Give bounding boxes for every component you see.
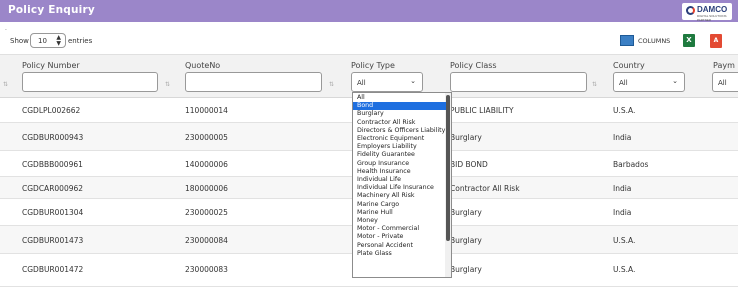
policy-type-dropdown-list[interactable]: All Bond Burglary Contractor All Risk Direct… [352,92,452,278]
column-header-policy-class[interactable]: Policy Class [450,61,497,70]
dropdown-scrollbar[interactable] [446,95,450,241]
excel-export-icon[interactable]: X [683,34,695,47]
up-down-arrows-icon: ▲ ▼ [56,34,61,47]
dropdown-option[interactable]: Fidelity Guarantee [353,151,446,159]
policy-class-cell: Burglary [450,208,482,217]
dropdown-option[interactable]: Money [353,217,446,225]
page-title: Policy Enquiry [8,4,95,16]
quote-no-cell: 180000006 [185,184,228,193]
quote-no-filter-input[interactable] [185,72,322,92]
country-cell: U.S.A. [613,265,636,274]
dropdown-option[interactable]: Marine Cargo [353,201,446,209]
policy-class-cell: PUBLIC LIABILITY [450,106,514,115]
policy-number-cell: CGDBUR001472 [22,265,84,274]
company-logo: DAMCO DIGITAL SOLUTIONS PARTNER [682,3,732,22]
entries-value: 10 [38,37,47,45]
country-cell: India [613,133,632,142]
country-filter-select[interactable]: All ⌄ [613,72,685,92]
dropdown-option[interactable]: Motor - Commercial [353,225,446,233]
dropdown-option[interactable]: Machinery All Risk [353,192,446,200]
dropdown-option[interactable]: Individual Life [353,176,446,184]
dropdown-option[interactable]: Contractor All Risk [353,119,446,127]
policy-number-cell: CGDCAR000962 [22,184,84,193]
sort-icon[interactable]: ⇅ [329,81,334,88]
dropdown-option[interactable]: Marine Hull [353,209,446,217]
dropdown-option[interactable]: Individual Life Insurance [353,184,446,192]
dropdown-option[interactable]: Personal Accident [353,242,446,250]
policy-class-cell: Burglary [450,133,482,142]
page-header: Policy Enquiry DAMCO DIGITAL SOLUTIONS P… [0,0,738,22]
logo-text: DAMCO [697,5,728,14]
show-label: Show [10,37,29,45]
dropdown-option[interactable]: Employers Liability [353,143,446,151]
sort-icon[interactable]: ⇅ [165,81,170,88]
country-filter-value: All [619,79,628,87]
dropdown-option[interactable]: Bond [353,102,446,111]
column-header-quote-no[interactable]: QuoteNo [185,61,220,70]
columns-label: COLUMNS [638,37,671,45]
quote-no-cell: 110000014 [185,106,228,115]
dropdown-option[interactable]: Health Insurance [353,168,446,176]
quote-no-cell: 230000005 [185,133,228,142]
dropdown-option[interactable]: Burglary [353,110,446,118]
column-header-policy-number[interactable]: Policy Number [22,61,80,70]
chevron-down-icon: ⌄ [672,77,678,85]
entries-label: entries [68,37,93,45]
policy-number-cell: CGDBUR000943 [22,133,84,142]
quote-no-cell: 230000084 [185,236,228,245]
policy-class-cell: Burglary [450,265,482,274]
policy-number-cell: CGDBUR001473 [22,236,84,245]
stray-dot: . [5,25,7,32]
columns-icon [620,35,634,46]
dropdown-option[interactable]: Directors & Officers Liability [353,127,446,135]
column-header-payment[interactable]: Paym [713,61,735,70]
country-cell: U.S.A. [613,106,636,115]
dropdown-option[interactable]: All [353,94,446,102]
policy-class-filter-input[interactable] [450,72,587,92]
dropdown-option[interactable]: Group Insurance [353,160,446,168]
pdf-export-icon[interactable]: A [710,34,722,48]
policy-number-cell: CGDBBB000961 [22,160,83,169]
entries-per-page-select[interactable]: 10 ▲ ▼ [30,33,66,48]
sort-icon[interactable]: ⇅ [592,81,597,88]
chevron-down-icon: ⌄ [410,77,416,85]
quote-no-cell: 230000083 [185,265,228,274]
dropdown-option[interactable]: Motor - Private [353,233,446,241]
country-cell: U.S.A. [613,236,636,245]
policy-number-cell: CGDLPL002662 [22,106,81,115]
column-header-country[interactable]: Country [613,61,645,70]
payment-filter-select[interactable]: All [712,72,738,92]
country-cell: Barbados [613,160,649,169]
column-header-policy-type[interactable]: Policy Type [351,61,395,70]
quote-no-cell: 140000006 [185,160,228,169]
policy-class-cell: Contractor All Risk [450,184,520,193]
dropdown-option[interactable]: Electronic Equipment [353,135,446,143]
quote-no-cell: 230000025 [185,208,228,217]
logo-mark-icon [686,6,695,15]
logo-subtext: DIGITAL SOLUTIONS PARTNER [697,14,727,22]
policy-number-filter-input[interactable] [22,72,158,92]
policy-number-cell: CGDBUR001304 [22,208,84,217]
country-cell: India [613,208,632,217]
policy-class-cell: BID BOND [450,160,488,169]
sort-icon[interactable]: ⇅ [3,81,8,88]
policy-type-filter-value: All [357,79,366,87]
columns-button[interactable]: COLUMNS [620,35,672,47]
dropdown-option[interactable]: Plate Glass [353,250,446,258]
country-cell: India [613,184,632,193]
policy-class-cell: Burglary [450,236,482,245]
payment-filter-value: All [718,79,727,87]
policy-type-filter-select[interactable]: All ⌄ [351,72,423,92]
